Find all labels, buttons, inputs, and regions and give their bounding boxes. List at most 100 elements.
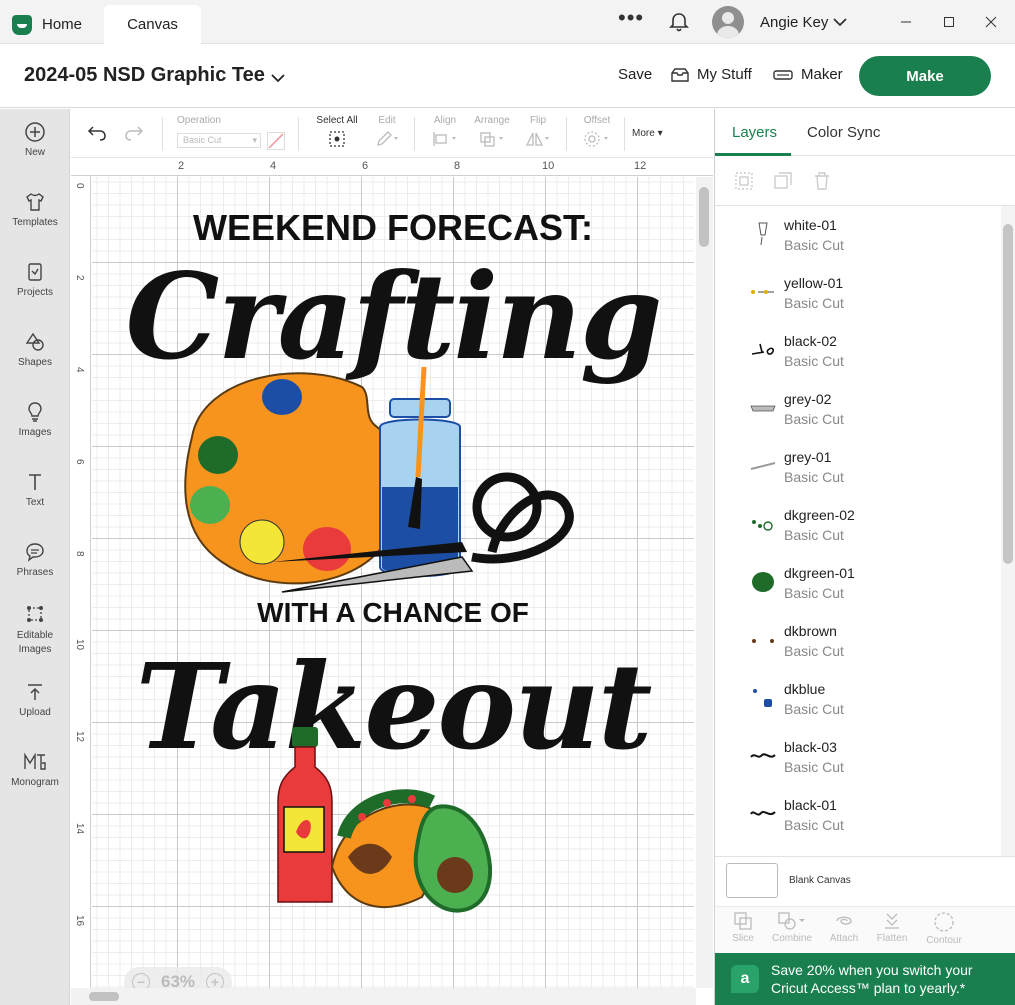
group-icon[interactable] xyxy=(733,170,755,192)
images-button[interactable]: Images xyxy=(0,401,70,438)
flatten-icon xyxy=(885,913,899,929)
offset-button[interactable]: Offset xyxy=(579,115,615,148)
scrollbar-thumb[interactable] xyxy=(1003,224,1013,564)
more-options-icon[interactable]: ••• xyxy=(618,0,644,40)
editable-images-button[interactable]: Editable Images xyxy=(0,603,70,657)
canvas-horizontal-scrollbar[interactable] xyxy=(71,988,696,1005)
scrollbar-thumb[interactable] xyxy=(89,992,119,1001)
trash-icon[interactable] xyxy=(811,170,833,192)
layer-item[interactable]: dkbrown Basic Cut xyxy=(715,612,1000,670)
design-text-weekend-forecast[interactable]: WEEKEND FORECAST: xyxy=(92,207,694,249)
project-title-chevron-icon[interactable] xyxy=(270,70,286,88)
offset-icon xyxy=(584,131,608,147)
blank-canvas-row[interactable]: Blank Canvas xyxy=(715,856,1015,906)
save-button[interactable]: Save xyxy=(618,66,652,83)
zoom-out-button[interactable]: − xyxy=(132,973,150,988)
attach-button[interactable]: Attach xyxy=(819,911,869,944)
tab-color-sync[interactable]: Color Sync xyxy=(807,124,880,141)
undo-icon[interactable] xyxy=(87,124,107,147)
design-text-with-a-chance-of[interactable]: WITH A CHANCE OF xyxy=(92,597,694,629)
cricut-access-promo[interactable]: a Save 20% when you switch your Cricut A… xyxy=(715,953,1015,1005)
promo-text: Save 20% when you switch your Cricut Acc… xyxy=(771,962,973,996)
tab-home[interactable]: Home xyxy=(12,5,82,44)
maker-button[interactable]: Maker xyxy=(773,66,843,83)
layer-bottom-tools: Slice Combine Attach Flatten Contour xyxy=(715,906,1015,953)
flip-button[interactable]: Flip xyxy=(523,115,553,148)
make-button[interactable]: Make xyxy=(859,56,991,96)
layers-scrollbar[interactable] xyxy=(1001,206,1015,856)
layer-item[interactable]: grey-02 Basic Cut xyxy=(715,380,1000,438)
arrange-button[interactable]: Arrange xyxy=(471,115,513,148)
my-stuff-icon xyxy=(671,67,689,82)
toolbar-divider xyxy=(414,117,415,151)
layer-name: grey-01 xyxy=(784,449,832,465)
layer-item[interactable]: yellow-01 Basic Cut xyxy=(715,264,1000,322)
layer-item[interactable]: black-03 Basic Cut xyxy=(715,728,1000,786)
user-menu-chevron-icon[interactable] xyxy=(832,0,848,44)
layer-item[interactable]: black-01 Basic Cut xyxy=(715,786,1000,844)
layer-item[interactable]: dkblue Basic Cut xyxy=(715,670,1000,728)
cricut-access-badge-icon: a xyxy=(731,965,759,993)
phrases-button[interactable]: Phrases xyxy=(0,541,70,578)
more-button[interactable]: More ▾ xyxy=(632,128,663,139)
layer-thumbnail xyxy=(749,800,777,828)
edit-button[interactable]: Edit xyxy=(372,115,402,148)
slice-button[interactable]: Slice xyxy=(718,911,768,944)
canvas-grid[interactable]: WEEKEND FORECAST: Crafting WITH A CHANCE… xyxy=(92,177,694,988)
align-button[interactable]: Align xyxy=(427,115,463,148)
layer-item[interactable]: dkgreen-01 Basic Cut xyxy=(715,554,1000,612)
layer-type: Basic Cut xyxy=(784,237,844,253)
blank-canvas-swatch[interactable] xyxy=(726,863,778,898)
left-toolbar: New Templates Projects Shapes Images Tex… xyxy=(0,109,70,1005)
toolbar-divider xyxy=(624,117,625,151)
ruler-label: 2 xyxy=(74,275,85,281)
monogram-button[interactable]: Monogram xyxy=(0,751,70,788)
redo-icon[interactable] xyxy=(124,124,144,147)
layer-name: white-01 xyxy=(784,217,837,233)
window-minimize-icon[interactable] xyxy=(900,0,912,44)
layer-name: dkgreen-01 xyxy=(784,565,855,581)
projects-icon xyxy=(28,263,42,281)
notifications-bell-icon[interactable] xyxy=(668,0,690,44)
maker-machine-icon xyxy=(773,69,793,80)
window-maximize-icon[interactable] xyxy=(943,0,955,44)
layer-type: Basic Cut xyxy=(784,295,844,311)
flatten-button[interactable]: Flatten xyxy=(867,911,917,944)
my-stuff-button[interactable]: My Stuff xyxy=(671,66,752,83)
cricut-logo-icon xyxy=(12,14,32,35)
user-name[interactable]: Angie Key xyxy=(760,0,828,44)
tab-layers[interactable]: Layers xyxy=(732,124,777,141)
layer-type: Basic Cut xyxy=(784,585,844,601)
hot-sauce-taco-avocado-graphic[interactable] xyxy=(252,707,492,917)
zoom-in-button[interactable]: + xyxy=(206,973,224,988)
combine-button[interactable]: Combine xyxy=(767,911,817,944)
ruler-label: 0 xyxy=(74,183,85,189)
duplicate-icon[interactable] xyxy=(772,170,794,192)
ruler-label: 10 xyxy=(74,639,85,651)
contour-button[interactable]: Contour xyxy=(919,911,969,946)
layer-thumbnail xyxy=(749,684,777,712)
text-button[interactable]: Text xyxy=(0,471,70,508)
palette-jar-scissors-graphic[interactable] xyxy=(162,357,642,597)
user-avatar[interactable] xyxy=(712,6,744,38)
scrollbar-thumb[interactable] xyxy=(699,187,709,247)
tab-canvas[interactable]: Canvas xyxy=(104,5,201,44)
window-close-icon[interactable] xyxy=(985,0,997,44)
layer-item[interactable]: white-01 Basic Cut xyxy=(715,206,1000,264)
operation-select[interactable]: Basic Cut xyxy=(177,133,261,148)
canvas-vertical-scrollbar[interactable] xyxy=(696,177,713,988)
upload-button[interactable]: Upload xyxy=(0,681,70,718)
select-all-button[interactable]: Select All xyxy=(314,115,360,148)
operation-color-swatch-icon[interactable] xyxy=(267,132,285,155)
layer-item[interactable]: black-02 Basic Cut xyxy=(715,322,1000,380)
layer-item[interactable]: dkgreen-02 Basic Cut xyxy=(715,496,1000,554)
shapes-button[interactable]: Shapes xyxy=(0,331,70,368)
new-button[interactable]: New xyxy=(0,121,70,158)
projects-button[interactable]: Projects xyxy=(0,261,70,298)
edit-toolbar: Operation Basic Cut Select All Edit Alig… xyxy=(71,109,713,158)
layer-item[interactable]: grey-01 Basic Cut xyxy=(715,438,1000,496)
design-canvas[interactable]: 2 4 6 8 10 12 0 2 4 6 8 10 12 14 16 WEEK… xyxy=(71,158,713,1005)
more-chevron-icon: ▾ xyxy=(657,128,663,139)
templates-button[interactable]: Templates xyxy=(0,191,70,228)
project-title[interactable]: 2024-05 NSD Graphic Tee xyxy=(24,64,265,87)
